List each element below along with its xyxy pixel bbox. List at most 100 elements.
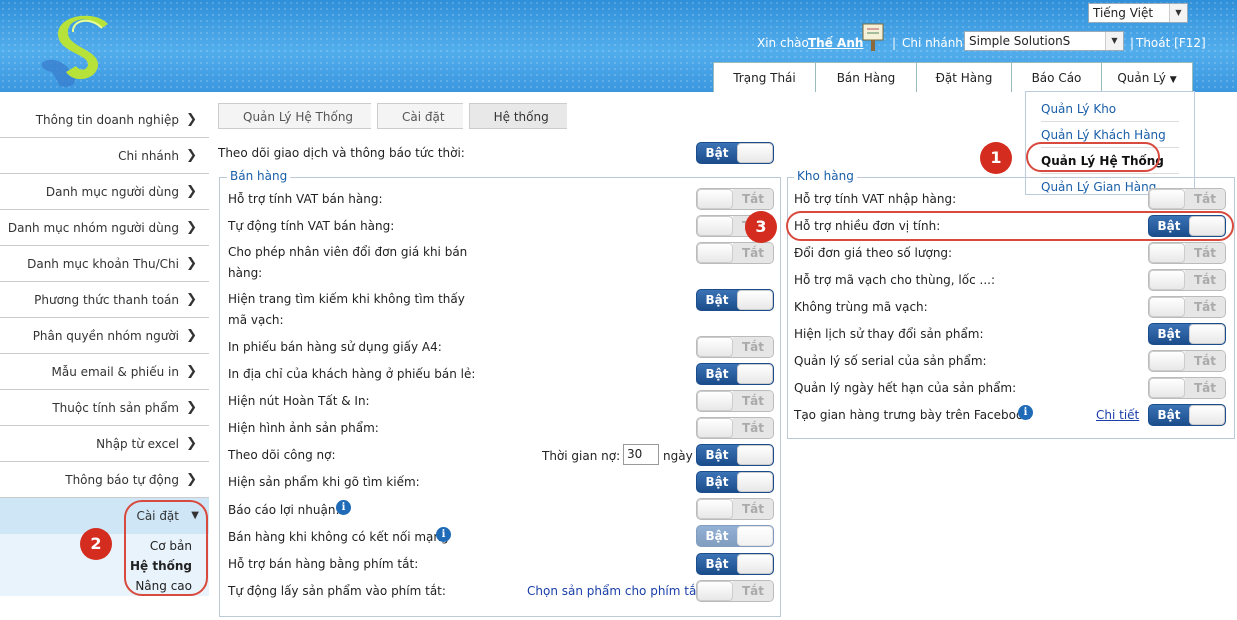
- sidebar-item-label: Chi nhánh: [118, 149, 179, 163]
- sales-row-label: Bán hàng khi không có kết nối mạng: [228, 530, 449, 544]
- logo-icon: [41, 15, 108, 87]
- toggle-state: Bật: [1157, 408, 1181, 422]
- breadcrumb-item-settings[interactable]: Cài đặt: [377, 103, 463, 129]
- sales-row-label: Hiện sản phẩm khi gõ tìm kiếm:: [228, 475, 420, 489]
- sales-vat-toggle[interactable]: Tắt: [696, 188, 774, 210]
- toggle-state: Tắt: [733, 243, 773, 263]
- branch-value: Simple SolutionS: [969, 34, 1071, 48]
- sidebar-item-auto-notify[interactable]: Thông báo tự động ❯: [0, 462, 209, 498]
- sidebar-item-income-expense[interactable]: Danh mục khoản Thu/Chi ❯: [0, 246, 209, 282]
- sales-auto-shortcut-toggle[interactable]: Tắt: [696, 580, 774, 602]
- sidebar-item-user-groups[interactable]: Danh mục nhóm người dùng ❯: [0, 210, 209, 246]
- warehouse-facebook-toggle[interactable]: Bật: [1148, 404, 1226, 426]
- nav-tab-reports[interactable]: Báo Cáo: [1011, 62, 1102, 92]
- username-link[interactable]: Thế Anh: [808, 36, 863, 50]
- chevron-right-icon: ❯: [186, 436, 197, 451]
- toggle-state: Tắt: [1185, 378, 1225, 398]
- info-icon[interactable]: i: [1018, 405, 1033, 420]
- separator-2: |: [1130, 36, 1135, 50]
- warehouse-panel-title: Kho hàng: [794, 169, 857, 183]
- toggle-knob: [1149, 351, 1185, 371]
- toggle-state: Bật: [705, 367, 729, 381]
- sales-profit-toggle[interactable]: Tắt: [696, 498, 774, 520]
- sales-change-price-toggle[interactable]: Tắt: [696, 242, 774, 264]
- greeting-prefix: Xin chào: [757, 36, 809, 50]
- annotation-highlight-3: [786, 211, 1234, 241]
- info-icon[interactable]: i: [336, 500, 351, 515]
- sidebar-item-company-info[interactable]: Thông tin doanh nghiệp ❯: [0, 102, 209, 138]
- logout-link[interactable]: Thoát [F12]: [1136, 36, 1206, 50]
- toggle-state: Tắt: [733, 391, 773, 411]
- sales-offline-toggle[interactable]: Bật: [696, 525, 774, 547]
- sales-images-toggle[interactable]: Tắt: [696, 417, 774, 439]
- warehouse-history-toggle[interactable]: Bật: [1148, 323, 1226, 345]
- sales-show-product-toggle[interactable]: Bật: [696, 471, 774, 493]
- billboard-icon[interactable]: [861, 22, 885, 52]
- info-icon[interactable]: i: [436, 527, 451, 542]
- annotation-marker-1: 1: [980, 142, 1012, 174]
- sidebar-item-label: Danh mục người dùng: [45, 185, 179, 199]
- debt-time-unit: ngày: [663, 449, 693, 463]
- debt-time-input[interactable]: 30: [623, 444, 659, 465]
- sidebar-item-permissions[interactable]: Phân quyền nhóm người dùng❯: [0, 318, 209, 379]
- warehouse-qty-price-toggle[interactable]: Tắt: [1148, 242, 1226, 264]
- sidebar-item-payment-methods[interactable]: Phương thức thanh toán ❯: [0, 282, 209, 318]
- chevron-right-icon: ❯: [186, 328, 197, 343]
- toggle-state: Bật: [705, 475, 729, 489]
- chevron-right-icon: ❯: [186, 184, 197, 199]
- nav-tab-orders[interactable]: Đặt Hàng: [916, 62, 1012, 92]
- warehouse-expiry-toggle[interactable]: Tắt: [1148, 377, 1226, 399]
- toggle-knob: [697, 243, 733, 263]
- chevron-right-icon: ❯: [186, 148, 197, 163]
- toggle-knob: [697, 391, 733, 411]
- sidebar-item-label: Nhập từ excel: [96, 437, 179, 451]
- toggle-state: Bật: [705, 529, 729, 543]
- sidebar-item-label: Mẫu email & phiếu in: [51, 365, 179, 379]
- sidebar-item-label: Danh mục khoản Thu/Chi: [27, 257, 179, 271]
- warehouse-serial-toggle[interactable]: Tắt: [1148, 350, 1226, 372]
- warehouse-unique-barcode-toggle[interactable]: Tắt: [1148, 296, 1226, 318]
- toggle-knob: [737, 554, 773, 574]
- sales-finish-print-toggle[interactable]: Tắt: [696, 390, 774, 412]
- toggle-knob: [1189, 324, 1225, 344]
- branch-label: Chi nhánh:: [902, 36, 967, 50]
- realtime-notify-toggle[interactable]: Bật: [696, 142, 774, 164]
- toggle-state: Tắt: [733, 581, 773, 601]
- nav-tab-sales[interactable]: Bán Hàng: [815, 62, 917, 92]
- sales-shortcut-toggle[interactable]: Bật: [696, 553, 774, 575]
- toggle-knob: [737, 526, 773, 546]
- warehouse-case-barcode-toggle[interactable]: Tắt: [1148, 269, 1226, 291]
- sales-a4-toggle[interactable]: Tắt: [696, 336, 774, 358]
- breadcrumb-item-system: Hệ thống: [468, 103, 567, 129]
- sales-search-page-toggle[interactable]: Bật: [696, 289, 774, 311]
- menu-item-warehouse[interactable]: Quản Lý Kho: [1041, 96, 1179, 122]
- nav-tab-manage[interactable]: Quản Lý ▼: [1101, 62, 1193, 92]
- branch-select[interactable]: Simple SolutionS ▼: [964, 31, 1124, 51]
- chevron-down-icon: ▼: [1105, 32, 1123, 50]
- top-navigation: Trạng Thái Bán Hàng Đặt Hàng Báo Cáo Quả…: [713, 62, 1193, 92]
- chevron-right-icon: ❯: [186, 112, 197, 127]
- sales-address-toggle[interactable]: Bật: [696, 363, 774, 385]
- warehouse-vat-toggle[interactable]: Tắt: [1148, 188, 1226, 210]
- sidebar-item-branches[interactable]: Chi nhánh ❯: [0, 138, 209, 174]
- breadcrumb-item-system-manage[interactable]: Quản Lý Hệ Thống: [218, 103, 372, 129]
- nav-tab-status[interactable]: Trạng Thái: [713, 62, 816, 92]
- toggle-knob: [1149, 243, 1185, 263]
- language-select[interactable]: Tiếng Việt ▼: [1088, 3, 1188, 23]
- toggle-knob: [1189, 405, 1225, 425]
- toggle-knob: [697, 418, 733, 438]
- warehouse-row-label: Không trùng mã vạch:: [794, 300, 928, 314]
- toggle-knob: [697, 581, 733, 601]
- sidebar-item-product-attributes[interactable]: Thuộc tính sản phẩm ❯: [0, 390, 209, 426]
- sales-panel-title: Bán hàng: [227, 169, 291, 183]
- realtime-notify-label: Theo dõi giao dịch và thông báo tức thời…: [218, 146, 465, 160]
- sidebar-item-users[interactable]: Danh mục người dùng ❯: [0, 174, 209, 210]
- sidebar-item-excel-import[interactable]: Nhập từ excel ❯: [0, 426, 209, 462]
- chevron-right-icon: ❯: [186, 220, 197, 235]
- choose-shortcut-products-link[interactable]: Chọn sản phẩm cho phím tắt: [527, 584, 701, 598]
- language-value: Tiếng Việt: [1093, 6, 1154, 20]
- chevron-down-icon: ▼: [1169, 4, 1187, 22]
- sidebar-item-email-print[interactable]: Mẫu email & phiếu in ❯: [0, 354, 209, 390]
- facebook-detail-link[interactable]: Chi tiết: [1096, 408, 1139, 422]
- sales-debt-toggle[interactable]: Bật: [696, 444, 774, 466]
